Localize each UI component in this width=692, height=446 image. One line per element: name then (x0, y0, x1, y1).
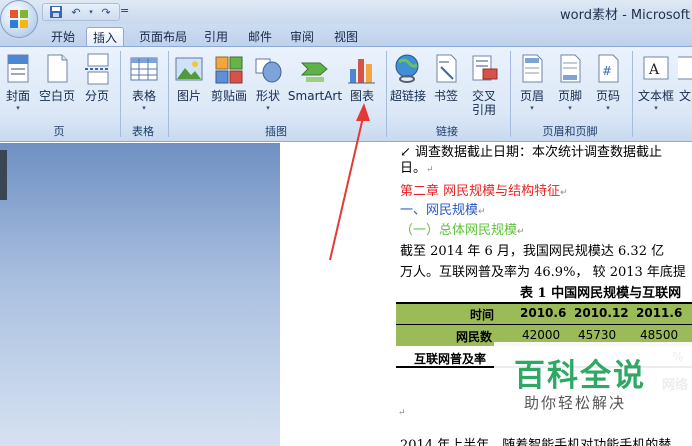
table-header-cell: 时间 (470, 308, 495, 322)
save-icon[interactable] (47, 4, 65, 20)
document-icon (678, 56, 692, 80)
annotation-arrow-icon (329, 103, 370, 261)
blank-page-icon (47, 54, 68, 83)
textbox-icon: A (643, 56, 669, 80)
table-caption: 表 1 中国网民规模与互联网 (520, 286, 682, 301)
textbox-button[interactable]: A 文本框 ▾ (636, 49, 676, 121)
clipart-button[interactable]: 剪贴画 (208, 49, 250, 121)
office-logo-icon (10, 10, 28, 28)
paragraph-line-2: 万人。互联网普及率为 46.9%， 较 2013 年底提 (400, 265, 686, 280)
chart-icon (348, 59, 375, 84)
table-cell: 45730 (578, 328, 617, 342)
smartart-icon (300, 62, 328, 82)
group-divider (632, 51, 633, 137)
watermark-subtitle: 助你轻松解决 (524, 394, 627, 412)
shapes-button[interactable]: 形状 ▾ (252, 49, 284, 121)
table-header-cell: 2010.12 (574, 306, 629, 320)
watermark-title: 百科全说 (514, 358, 646, 394)
chevron-down-icon: ▾ (568, 104, 572, 112)
chevron-down-icon: ▾ (654, 104, 658, 112)
footer-icon (560, 54, 581, 83)
document-background (0, 143, 280, 446)
paragraph-mark: ↵ (398, 408, 406, 418)
table-button[interactable]: 表格 ▾ (124, 49, 164, 121)
tab-page-layout[interactable]: 页面布局 (132, 27, 194, 46)
group-label-header-footer: 页眉和页脚 (542, 125, 598, 138)
table-header-cell: 2011.6 (636, 306, 683, 320)
picture-icon (175, 57, 203, 81)
page-break-button[interactable]: 分页 (80, 49, 114, 121)
cross-reference-icon (472, 55, 498, 81)
picture-button[interactable]: 图片 (172, 49, 206, 121)
footer-button[interactable]: 页脚 ▾ (552, 49, 588, 121)
group-label-pages: 页 (53, 125, 65, 138)
chevron-down-icon: ▾ (530, 104, 534, 112)
table-icon (130, 57, 158, 81)
doc-line-2: 日。↵ (400, 161, 434, 176)
customize-qat-button[interactable]: = (120, 4, 129, 17)
navigation-pane-handle[interactable] (0, 150, 7, 200)
header-icon (522, 54, 543, 83)
doc-line-1: ↙ 调查数据截止日期：本次统计调查数据截止 (400, 145, 663, 160)
undo-icon[interactable]: ↶ (67, 4, 85, 20)
paragraph-line-1: 截至 2014 年 6 月，我国网民规模达 6.32 亿 (400, 244, 665, 259)
section-heading: 一、网民规模↵ (400, 203, 486, 218)
title-bar: ↶ ▾ ↷ = word素材 - Microsoft W (0, 0, 692, 24)
hyperlink-icon (395, 54, 419, 83)
page-break-icon (85, 53, 110, 85)
window-title: word素材 - Microsoft W (560, 8, 692, 23)
tab-view[interactable]: 视图 (328, 27, 364, 46)
table-cell: 网民数 (456, 330, 493, 344)
chevron-down-icon: ▾ (266, 104, 270, 112)
tab-mailings[interactable]: 邮件 (242, 27, 278, 46)
chevron-down-icon: ▾ (606, 104, 610, 112)
tab-references[interactable]: 引用 (198, 27, 234, 46)
paragraph-line-3: 2014 年上半年，随着智能手机对功能手机的替 (400, 438, 672, 446)
page-number-button[interactable]: # 页码 ▾ (590, 49, 626, 121)
table-header-cell: 2010.6 (520, 306, 567, 320)
table-cell: 互联网普及率 (414, 352, 487, 366)
chapter-heading: 第二章 网民规模与结构特征↵ (400, 184, 568, 199)
page-number-icon: # (598, 54, 619, 83)
watermark: 百科全说 助你轻松解决 (494, 342, 692, 422)
undo-dropdown-icon[interactable]: ▾ (87, 4, 95, 20)
office-button[interactable] (0, 0, 38, 38)
chevron-down-icon: ▾ (16, 104, 20, 112)
redo-icon[interactable]: ↷ (97, 4, 115, 20)
text-part-button[interactable]: 文 (678, 49, 692, 121)
blank-page-button[interactable]: 空白页 (36, 49, 78, 121)
svg-text:A: A (648, 62, 660, 78)
svg-text:#: # (602, 64, 612, 78)
cross-reference-button[interactable]: 交叉 引用 (466, 49, 502, 121)
bookmark-button[interactable]: 书签 (430, 49, 462, 121)
quick-access-toolbar: ↶ ▾ ↷ (42, 3, 120, 21)
bookmark-icon (436, 54, 457, 83)
clipart-icon (215, 56, 243, 84)
chevron-down-icon: ▾ (142, 104, 146, 112)
group-label-tables: 表格 (132, 125, 154, 138)
table-cell: 42000 (522, 328, 561, 342)
shapes-icon (255, 58, 282, 83)
cover-page-button[interactable]: 封面 ▾ (2, 49, 34, 121)
ribbon-tabs: 开始 插入 页面布局 引用 邮件 审阅 视图 (0, 24, 692, 46)
group-label-links: 链接 (436, 125, 458, 138)
hyperlink-button[interactable]: 超链接 (388, 49, 428, 121)
tab-review[interactable]: 审阅 (284, 27, 320, 46)
subsection-heading: （一）总体网民规模↵ (400, 223, 525, 238)
header-button[interactable]: 页眉 ▾ (514, 49, 550, 121)
tab-insert[interactable]: 插入 (86, 27, 124, 46)
cover-page-icon (7, 54, 29, 83)
tab-home[interactable]: 开始 (44, 27, 82, 46)
table-cell: 48500 (640, 328, 679, 342)
